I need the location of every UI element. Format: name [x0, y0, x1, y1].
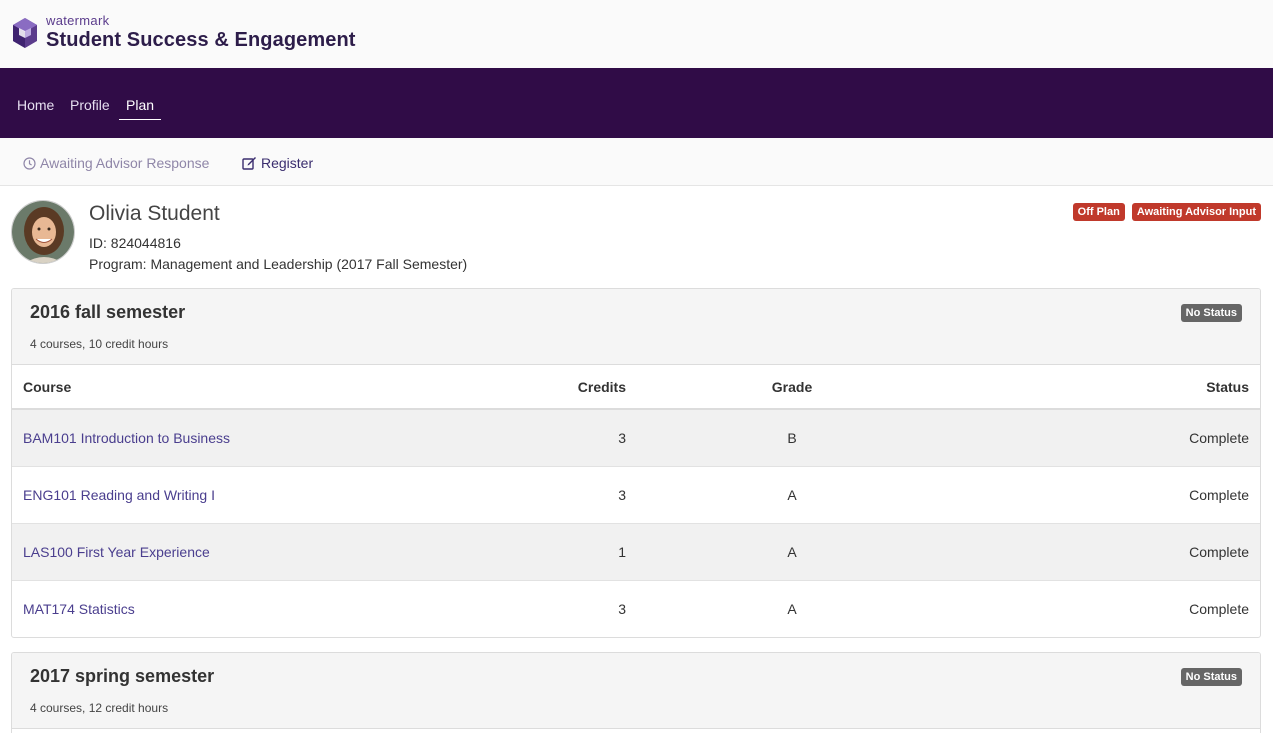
table-row: LAS100 First Year Experience 1 A Complet… [12, 523, 1260, 581]
table-row: BAM101 Introduction to Business 3 B Comp… [12, 409, 1260, 467]
semester-status-badge: No Status [1180, 668, 1242, 686]
brand-logo[interactable]: watermark Student Success & Engagement [10, 14, 356, 52]
semester-title: 2016 fall semester [30, 302, 186, 322]
student-profile: Olivia Student ID: 824044816 Program: Ma… [0, 186, 1273, 288]
student-name: Olivia Student [89, 202, 220, 225]
course-credits: 3 [618, 600, 626, 617]
semester-summary: 4 courses, 12 credit hours [30, 701, 169, 715]
course-grade: B [626, 409, 958, 467]
student-program: Program: Management and Leadership (2017… [89, 256, 468, 272]
semester-status-badge: No Status [1180, 304, 1242, 322]
watermark-logo-icon [13, 18, 37, 48]
awaiting-advisor-label: Awaiting Advisor Response [40, 155, 210, 171]
course-credits: 1 [512, 523, 626, 581]
register-label: Register [261, 155, 314, 171]
course-link[interactable]: BAM101 Introduction to Business [23, 430, 230, 446]
table-header-row: Course Credits Grade Status [12, 365, 1260, 410]
column-header-course: Course [12, 365, 512, 410]
course-grade: A [626, 466, 958, 524]
semester-card: 2017 spring semester 4 courses, 12 credi… [11, 652, 1261, 733]
app-header: watermark Student Success & Engagement [0, 0, 1273, 68]
nav-home[interactable]: Home [17, 97, 54, 119]
course-status: Complete [1189, 600, 1249, 617]
register-button[interactable]: Register [242, 155, 313, 171]
table-row: MAT174 Statistics 3 A Complete [12, 580, 1260, 637]
off-plan-badge: Off Plan [1072, 203, 1125, 221]
course-grade: A [787, 600, 797, 617]
student-avatar [11, 200, 75, 264]
courses-table: Course Credits Grade Status BAM101 Intro… [12, 365, 1260, 637]
awaiting-advisor-status: Awaiting Advisor Response [23, 155, 209, 171]
semester-title: 2017 spring semester [30, 666, 215, 686]
course-credits: 3 [512, 409, 626, 467]
course-status: Complete [958, 523, 1260, 581]
course-status: Complete [958, 466, 1260, 524]
column-header-credits: Credits [512, 365, 626, 410]
main-nav: Home Profile Plan [0, 68, 1273, 138]
plan-toolbar: Awaiting Advisor Response Register [0, 138, 1273, 186]
course-credits: 3 [512, 466, 626, 524]
awaiting-advisor-input-badge: Awaiting Advisor Input [1131, 203, 1261, 221]
course-status: Complete [958, 409, 1260, 467]
semester-card: 2016 fall semester 4 courses, 10 credit … [11, 288, 1261, 638]
brand-title: Student Success & Engagement [46, 29, 356, 51]
column-header-status: Status [958, 365, 1260, 410]
course-link[interactable]: LAS100 First Year Experience [23, 544, 210, 560]
clock-icon [23, 156, 36, 170]
semester-header: 2017 spring semester 4 courses, 12 credi… [12, 653, 1260, 729]
semester-summary: 4 courses, 10 credit hours [30, 337, 169, 351]
brand-small-text: watermark [46, 13, 110, 28]
nav-profile[interactable]: Profile [70, 97, 110, 119]
course-link[interactable]: MAT174 Statistics [23, 601, 135, 617]
student-id: ID: 824044816 [89, 235, 181, 251]
column-header-grade: Grade [626, 365, 958, 410]
course-link[interactable]: ENG101 Reading and Writing I [23, 487, 215, 503]
course-grade: A [626, 523, 958, 581]
edit-icon [242, 157, 256, 170]
semester-header: 2016 fall semester 4 courses, 10 credit … [12, 289, 1260, 365]
student-badges: Off Plan Awaiting Advisor Input [1072, 203, 1261, 221]
nav-plan[interactable]: Plan [119, 97, 162, 120]
table-row: ENG101 Reading and Writing I 3 A Complet… [12, 466, 1260, 524]
